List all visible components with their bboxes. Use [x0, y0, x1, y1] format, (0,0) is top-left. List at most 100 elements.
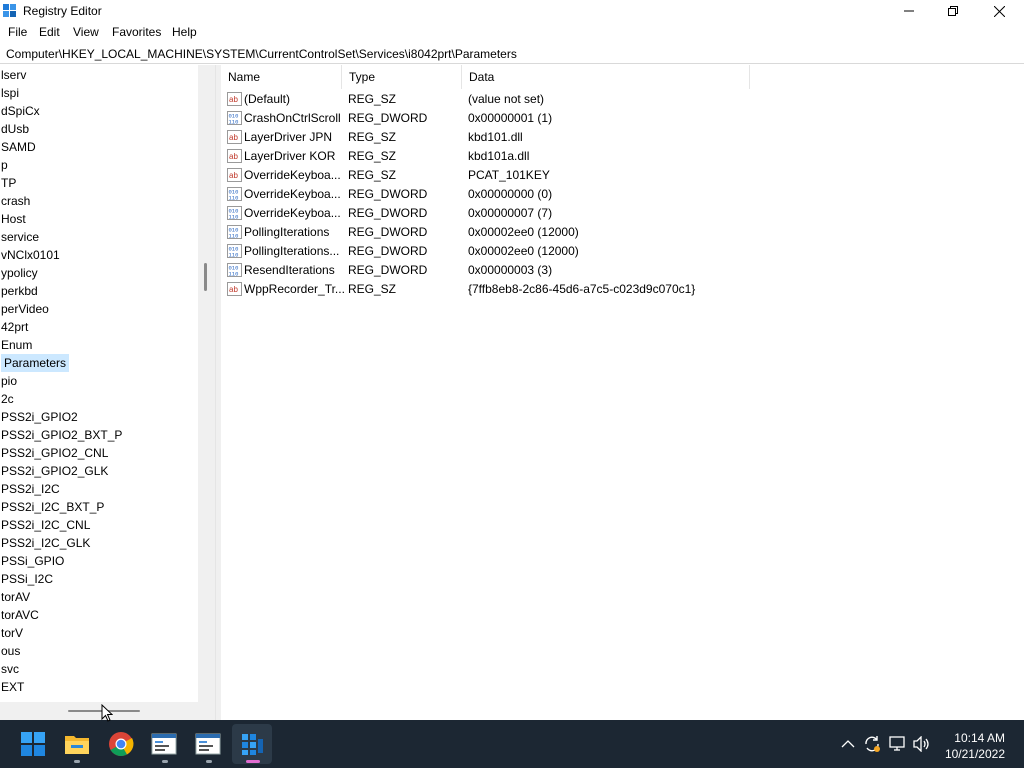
tree-item[interactable]: crash	[1, 192, 30, 210]
value-row[interactable]: 010 110 PollingIterations REG_DWORD 0x00002e…	[221, 223, 1021, 242]
tree-item[interactable]: PSS2i_GPIO2_GLK	[1, 462, 108, 480]
tree-item[interactable]: service	[1, 228, 39, 246]
value-name: LayerDriver JPN	[244, 130, 333, 144]
regedit-window-button-2[interactable]	[194, 730, 222, 758]
value-data: 0x00000001 (1)	[468, 111, 553, 125]
tree-item[interactable]: torV	[1, 624, 23, 642]
tree-item[interactable]: Host	[1, 210, 26, 228]
string-value-icon: ab	[227, 130, 242, 144]
tree-item[interactable]: EXT	[1, 678, 24, 696]
registry-editor-active-indicator	[246, 760, 260, 763]
binary-value-icon: 010110	[227, 187, 242, 201]
tree-item[interactable]: lserv	[1, 66, 26, 84]
tree-item[interactable]: 42prt	[1, 318, 28, 336]
chevron-up-icon	[841, 740, 855, 748]
tree-item[interactable]: lspi	[1, 84, 19, 102]
value-name: PollingIterations...	[244, 244, 340, 258]
registry-editor-icon	[242, 734, 263, 755]
tree-item[interactable]: p	[1, 156, 8, 174]
value-type: REG_SZ	[348, 149, 397, 163]
tree-item-selected[interactable]: Parameters	[1, 354, 70, 372]
tree-horizontal-scrollbar[interactable]	[0, 702, 198, 720]
column-header-data[interactable]: Data	[462, 65, 750, 89]
value-row[interactable]: 010 110 OverrideKeyboa... REG_DWORD 0x000000…	[221, 185, 1021, 204]
menu-edit[interactable]: Edit	[39, 25, 60, 39]
value-row[interactable]: 010 110 CrashOnCtrlScroll REG_DWORD 0x000000…	[221, 109, 1021, 128]
registry-editor-taskbar-button[interactable]	[238, 730, 266, 758]
tree-item[interactable]: pio	[1, 372, 17, 390]
value-row[interactable]: 010 110 OverrideKeyboa... REG_DWORD 0x000000…	[221, 204, 1021, 223]
value-data: 0x00002ee0 (12000)	[468, 225, 579, 239]
value-type: REG_DWORD	[348, 206, 428, 220]
tree-item[interactable]: vNClx0101	[1, 246, 60, 264]
tree-vertical-scroll-thumb[interactable]	[204, 263, 207, 291]
clock-button[interactable]: 10:14 AM 10/21/2022	[925, 728, 1005, 764]
list-header: Name Type Data	[221, 65, 1024, 89]
tree-item[interactable]: PSS2i_GPIO2_BXT_P	[1, 426, 122, 444]
update-tray-button[interactable]	[858, 730, 886, 758]
string-value-icon: ab	[227, 168, 242, 182]
value-row[interactable]: ab OverrideKeyboa... REG_SZ PCAT_101KEY	[221, 166, 1021, 185]
tree-item[interactable]: Enum	[1, 336, 32, 354]
value-name: PollingIterations	[244, 225, 330, 239]
tree-item[interactable]: SAMD	[1, 138, 36, 156]
regedit-window-button-1[interactable]	[150, 730, 178, 758]
tree-item[interactable]: PSS2i_I2C_BXT_P	[1, 498, 104, 516]
tree-item[interactable]: TP	[1, 174, 16, 192]
tree-item[interactable]: dUsb	[1, 120, 29, 138]
tree-item[interactable]: perkbd	[1, 282, 38, 300]
value-data: {7ffb8eb8-2c86-45d6-a7c5-c023d9c070c1}	[468, 282, 696, 296]
file-explorer-running-indicator	[74, 760, 80, 763]
tree-vertical-scrollbar[interactable]	[198, 65, 215, 702]
column-header-name[interactable]: Name	[221, 65, 342, 89]
tree-item[interactable]: PSS2i_GPIO2	[1, 408, 78, 426]
tree-item[interactable]: ous	[1, 642, 20, 660]
file-explorer-button[interactable]	[63, 730, 91, 758]
chrome-button[interactable]	[107, 730, 135, 758]
tree-item[interactable]: PSS2i_I2C_GLK	[1, 534, 90, 552]
start-button[interactable]	[19, 730, 47, 758]
tree-item[interactable]: torAVC	[1, 606, 39, 624]
tree-item[interactable]: torAV	[1, 588, 30, 606]
value-data: kbd101a.dll	[468, 149, 530, 163]
value-row[interactable]: ab LayerDriver KOR REG_SZ kbd101a.dll	[221, 147, 1021, 166]
value-row[interactable]: ab WppRecorder_Tr... REG_SZ {7ffb8eb8-2c86-…	[221, 280, 1021, 299]
string-value-icon: ab	[227, 149, 242, 163]
tree-item[interactable]: 2c	[1, 390, 14, 408]
close-button[interactable]	[976, 0, 1022, 22]
tree-item[interactable]: dSpiCx	[1, 102, 40, 120]
tree-item[interactable]: PSSi_I2C	[1, 570, 53, 588]
address-path[interactable]: Computer\HKEY_LOCAL_MACHINE\SYSTEM\Curre…	[6, 47, 517, 61]
tree-item[interactable]: PSS2i_I2C	[1, 480, 60, 498]
value-type: REG_SZ	[348, 130, 397, 144]
svg-text:ab: ab	[229, 285, 238, 294]
svg-text:ab: ab	[229, 133, 238, 142]
value-row[interactable]: ab (Default) REG_SZ (value not set)	[221, 90, 1021, 109]
restore-icon	[948, 6, 958, 16]
registry-editor-icon	[3, 4, 16, 17]
svg-text:110: 110	[229, 252, 239, 259]
value-row[interactable]: ab LayerDriver JPN REG_SZ kbd101.dll	[221, 128, 1021, 147]
tree-item[interactable]: PSS2i_GPIO2_CNL	[1, 444, 108, 462]
menu-file[interactable]: File	[8, 25, 27, 39]
tree-item[interactable]: PSS2i_I2C_CNL	[1, 516, 90, 534]
window-title: Registry Editor	[23, 4, 102, 18]
value-type: REG_SZ	[348, 168, 397, 182]
value-row[interactable]: 010 110 ResendIterations REG_DWORD 0x0000000…	[221, 261, 1021, 280]
binary-value-icon: 010110	[227, 244, 242, 258]
menu-favorites[interactable]: Favorites	[112, 25, 161, 39]
address-bar[interactable]: Computer\HKEY_LOCAL_MACHINE\SYSTEM\Curre…	[0, 44, 1024, 64]
menu-view[interactable]: View	[73, 25, 99, 39]
maximize-button[interactable]	[930, 0, 976, 22]
value-type: REG_DWORD	[348, 225, 428, 239]
column-header-type[interactable]: Type	[342, 65, 462, 89]
svg-text:110: 110	[229, 119, 239, 126]
menu-help[interactable]: Help	[172, 25, 197, 39]
value-data: 0x00002ee0 (12000)	[468, 244, 579, 258]
tree-item[interactable]: ypolicy	[1, 264, 38, 282]
tree-item[interactable]: perVideo	[1, 300, 49, 318]
tree-item[interactable]: PSSi_GPIO	[1, 552, 64, 570]
value-row[interactable]: 010 110 PollingIterations... REG_DWORD 0x000…	[221, 242, 1021, 261]
tree-item[interactable]: svc	[1, 660, 19, 678]
minimize-button[interactable]	[886, 0, 932, 22]
